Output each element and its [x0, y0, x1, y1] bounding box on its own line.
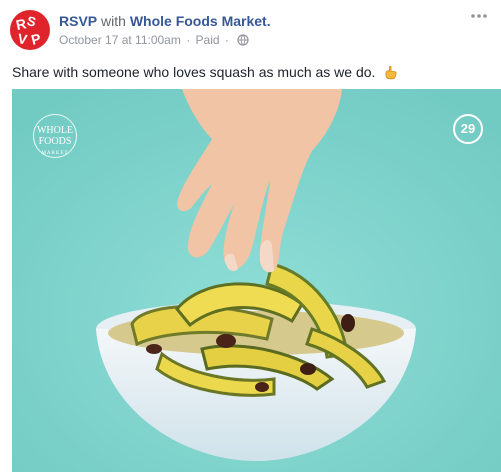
whole-foods-watermark: WHOLE FOODS MARKET — [33, 114, 77, 158]
page-name-link[interactable]: RSVP — [59, 13, 97, 29]
refinery29-watermark: 29 — [453, 114, 483, 144]
svg-text:S: S — [25, 13, 38, 30]
post-header: RSVP with Whole Foods Market. — [59, 12, 271, 30]
post-message: Share with someone who loves squash as m… — [12, 62, 399, 82]
watermark-line-3: MARKET — [41, 151, 69, 156]
meta-separator: · — [186, 33, 191, 47]
post-date-link[interactable]: October 17 at 11:00am — [59, 33, 181, 47]
post-meta: October 17 at 11:00am · Paid · — [59, 32, 249, 48]
svg-text:P: P — [29, 30, 42, 48]
watermark-line-2: FOODS — [38, 136, 72, 147]
partner-name-link[interactable]: Whole Foods Market. — [130, 13, 271, 29]
watermark-line-1: WHOLE — [36, 125, 74, 136]
with-text: with — [101, 13, 126, 29]
rsvp-logo-icon: R S V P — [14, 13, 42, 48]
video-media[interactable]: WHOLE FOODS MARKET 29 — [12, 89, 501, 472]
page-avatar[interactable]: R S V P — [10, 10, 50, 50]
more-options-icon[interactable] — [469, 10, 489, 22]
sponsor-label[interactable]: Paid — [196, 33, 220, 47]
svg-text:V: V — [17, 30, 30, 47]
post-message-text: Share with someone who loves squash as m… — [12, 64, 376, 80]
meta-separator-2: · — [224, 33, 229, 47]
pointing-hand-icon — [385, 65, 397, 80]
video-frame-image — [12, 89, 501, 472]
globe-icon[interactable] — [237, 34, 249, 46]
